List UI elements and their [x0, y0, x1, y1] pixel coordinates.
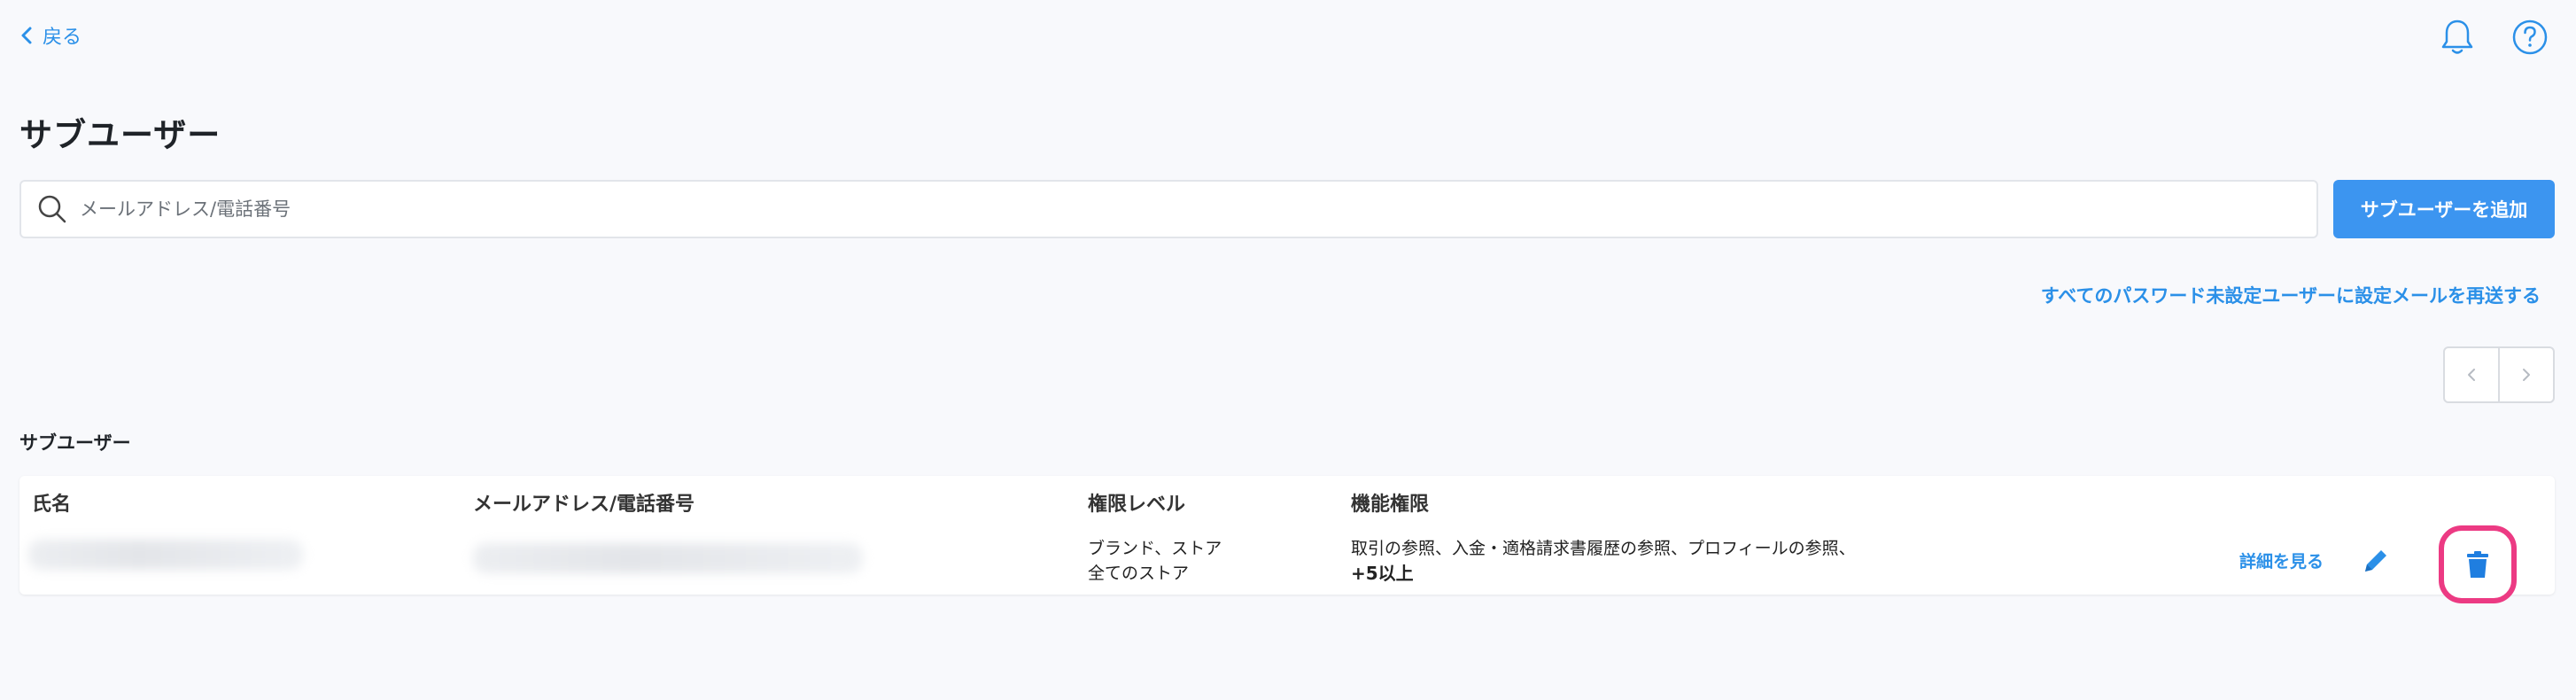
section-label: サブユーザー: [19, 432, 131, 454]
help-button[interactable]: [2510, 18, 2549, 57]
redacted-name: [28, 540, 303, 570]
header-actions: [2438, 18, 2549, 57]
redacted-contact: [473, 543, 863, 573]
column-header-feature-permissions: 機能権限: [1351, 494, 1430, 516]
chevron-left-icon: [2468, 369, 2475, 381]
column-header-contact: メールアドレス/電話番号: [473, 494, 695, 516]
column-header-name: 氏名: [32, 494, 72, 516]
prev-page-button[interactable]: [2445, 348, 2498, 401]
permission-level-scope: 全てのストア: [1088, 564, 1190, 583]
subuser-table: 氏名 メールアドレス/電話番号 権限レベル 機能権限 ブランド、ストア 全てのス…: [19, 476, 2555, 603]
bell-icon: [2441, 19, 2473, 54]
pencil-icon: [2365, 550, 2386, 572]
delete-button[interactable]: [2439, 525, 2517, 603]
next-page-button[interactable]: [2498, 348, 2553, 401]
chevron-right-icon: [2523, 369, 2530, 381]
permission-level-primary: ブランド、ストア: [1088, 539, 1222, 558]
chevron-left-icon: [21, 27, 32, 44]
view-details-link[interactable]: 詳細を見る: [2239, 548, 2324, 572]
search-icon: [38, 195, 66, 223]
trash-icon: [2467, 551, 2488, 578]
edit-button[interactable]: [2358, 543, 2394, 579]
add-subuser-button[interactable]: サブユーザーを追加: [2333, 180, 2555, 238]
back-link[interactable]: 戻る: [19, 21, 81, 50]
table-row[interactable]: ブランド、ストア 全てのストア 取引の参照、入金・適格請求書履歴の参照、プロフィ…: [19, 525, 2555, 603]
back-label: 戻る: [43, 27, 82, 49]
help-circle-icon: [2512, 19, 2548, 55]
pagination: [2443, 346, 2555, 403]
notification-button[interactable]: [2438, 18, 2477, 57]
feature-permissions-more: +5以上: [1351, 563, 1414, 584]
page: 戻る サブユーザー サブユーザーを追加 すべてのパスワード未設定ユーザーに設定メ…: [0, 0, 2576, 700]
search-input[interactable]: [80, 198, 2206, 220]
search-field[interactable]: [19, 180, 2318, 238]
page-title: サブユーザー: [19, 116, 221, 154]
column-header-permission-level: 権限レベル: [1088, 494, 1186, 516]
feature-permissions-list: 取引の参照、入金・適格請求書履歴の参照、プロフィールの参照、: [1351, 539, 1856, 558]
resend-setup-email-link[interactable]: すべてのパスワード未設定ユーザーに設定メールを再送する: [2041, 282, 2541, 308]
